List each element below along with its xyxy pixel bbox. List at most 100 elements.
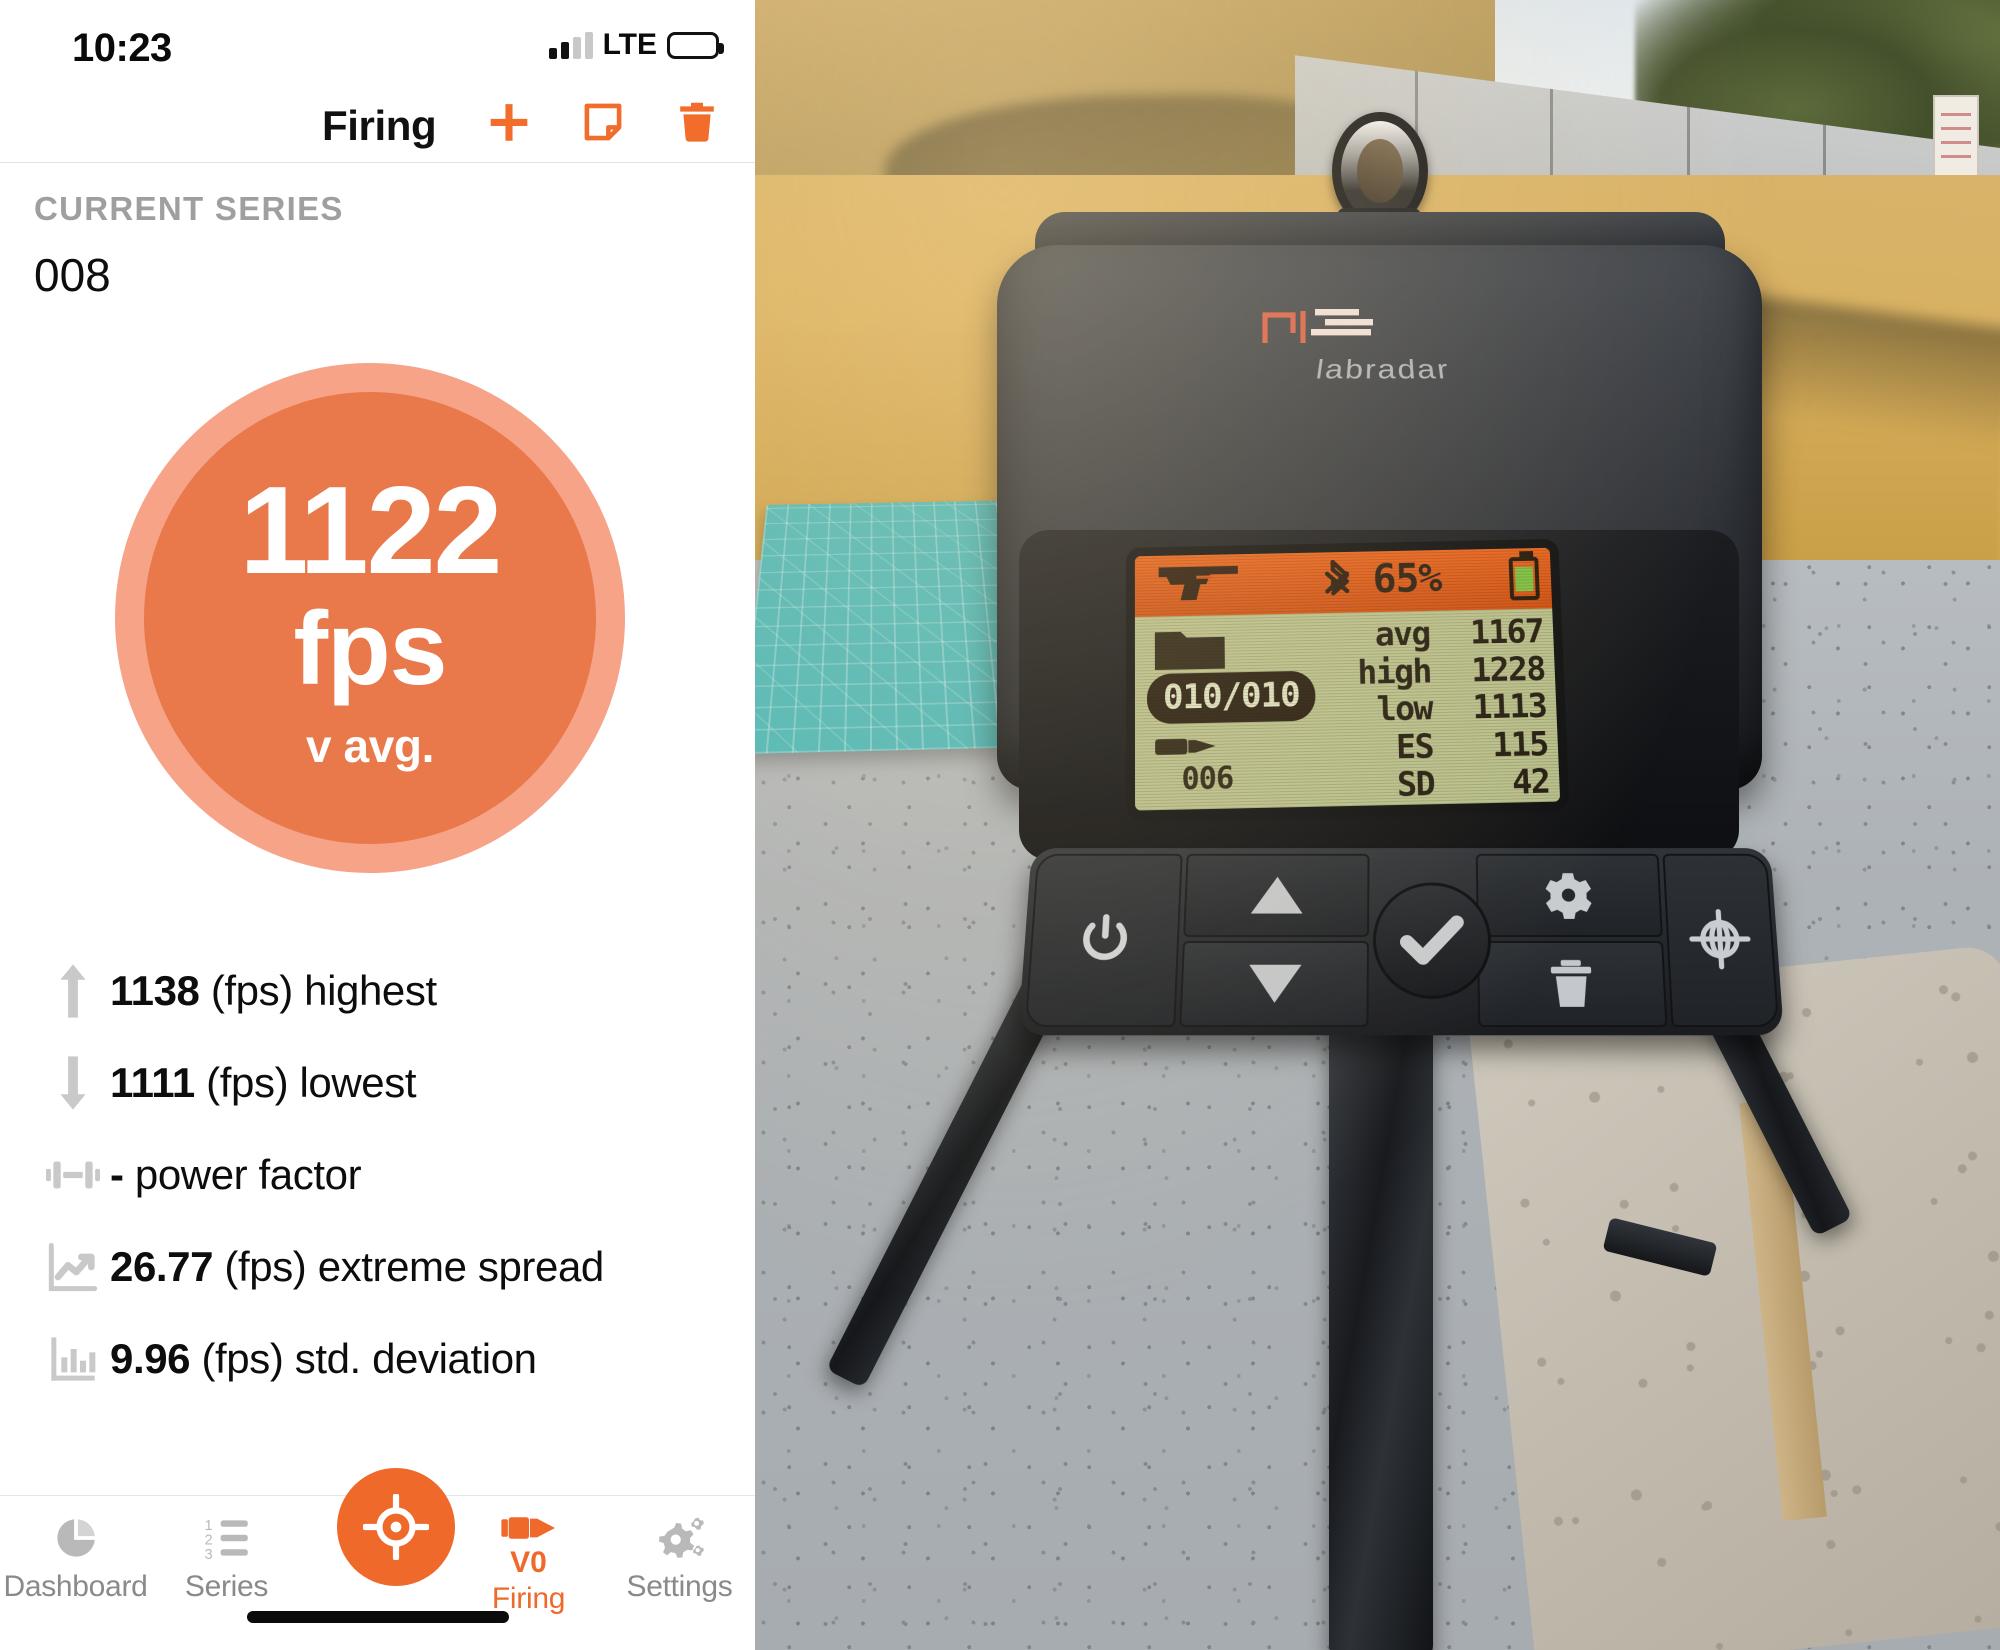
tripod-center-column — [1329, 960, 1433, 1650]
brand-label: labradar — [1314, 354, 1452, 385]
device-body: labradar 65% 010/010 006 avg 1167 high 1… — [997, 245, 1785, 1036]
device-down-button[interactable] — [1179, 940, 1369, 1028]
check-icon — [1399, 915, 1465, 966]
device-delete-button[interactable] — [1477, 940, 1668, 1028]
current-series-value: 008 — [34, 249, 111, 301]
statistics-list: 1138 (fps) highest 1111 (fps) lowest - p… — [36, 945, 736, 1405]
bluetooth-icon — [1325, 560, 1356, 606]
lcd-content: 010/010 006 avg 1167 high 1228 low 1113 … — [1135, 608, 1560, 810]
lcd-key-low: low — [1376, 688, 1433, 729]
average-velocity-caption: v avg. — [305, 719, 434, 772]
lcd-value-avg: 1167 — [1469, 611, 1544, 652]
pistol-icon — [1158, 565, 1239, 601]
numbered-list-icon: 123 — [203, 1510, 251, 1566]
triangle-up-icon — [1250, 876, 1304, 914]
carrier-label: LTE — [602, 28, 657, 61]
stat-label-extreme-spread: extreme spread — [317, 1243, 605, 1290]
page-title: Firing — [322, 102, 437, 149]
delete-button[interactable] — [669, 94, 725, 150]
tab-settings[interactable]: Settings — [604, 1496, 755, 1616]
tab-dashboard[interactable]: Dashboard — [0, 1496, 151, 1616]
nav-bar: Firing — [0, 88, 755, 163]
tab-label-settings: Settings — [626, 1570, 733, 1603]
tab-bar: Dashboard 123 Series V0 Firing Settings — [0, 1468, 755, 1650]
range-photo: labradar 65% 010/010 006 avg 1167 high 1… — [755, 0, 2000, 1650]
note-button[interactable] — [575, 94, 631, 150]
average-velocity-circle: 1122 fps v avg. — [144, 392, 596, 844]
stat-value-lowest: 1111 — [110, 1059, 195, 1106]
bullet-icon — [500, 1510, 557, 1546]
device-confirm-button[interactable] — [1372, 882, 1493, 999]
device-up-button[interactable] — [1183, 853, 1370, 938]
stat-value-std-deviation: 9.96 — [110, 1335, 191, 1382]
cellular-signal-icon — [548, 31, 593, 59]
lcd-row-avg: avg 1167 — [1294, 612, 1544, 654]
device-aim-button[interactable] — [1662, 853, 1780, 1028]
status-bar-time: 10:23 — [72, 26, 172, 70]
stat-value-highest: 1138 — [110, 967, 200, 1014]
stat-label-std-deviation: std. deviation — [294, 1335, 537, 1382]
status-bar: 10:23 LTE — [0, 0, 755, 88]
screenshot-root: 10:23 LTE Firing CURRENT SERIES 008 1122… — [0, 0, 2000, 1650]
lcd-row-sd: SD 42 — [1296, 761, 1551, 807]
labradar-logo-icon — [1259, 303, 1419, 349]
lcd-series-number: 006 — [1181, 760, 1234, 798]
nav-actions — [481, 94, 725, 150]
device-settings-button[interactable] — [1475, 853, 1663, 938]
tab-label-dashboard: Dashboard — [3, 1570, 148, 1603]
home-indicator[interactable] — [247, 1611, 509, 1623]
stat-row-extreme-spread: 26.77 (fps) extreme spread — [36, 1221, 736, 1313]
svg-text:3: 3 — [204, 1547, 212, 1560]
phone-app-panel: 10:23 LTE Firing CURRENT SERIES 008 1122… — [0, 0, 755, 1650]
stat-row-std-deviation: 9.96 (fps) std. deviation — [36, 1313, 736, 1405]
battery-icon — [667, 31, 724, 59]
stat-text-extreme-spread: 26.77 (fps) extreme spread — [110, 1243, 604, 1291]
tab-label-series: Series — [184, 1570, 269, 1603]
stat-label-lowest: lowest — [299, 1059, 417, 1106]
labradar-device: labradar 65% 010/010 006 avg 1167 high 1… — [825, 112, 1853, 1650]
lcd-value-es: 115 — [1491, 723, 1549, 765]
bullet-icon — [1155, 738, 1216, 756]
stat-label-power-factor: power factor — [134, 1151, 362, 1198]
stat-value-extreme-spread: 26.77 — [110, 1243, 214, 1290]
folder-icon — [1154, 630, 1225, 671]
stat-text-std-deviation: 9.96 (fps) std. deviation — [110, 1335, 537, 1383]
arrow-down-icon — [36, 1055, 110, 1111]
lcd-key-sd: SD — [1396, 764, 1435, 805]
lcd-key-high: high — [1356, 650, 1432, 692]
lcd-row-low: low 1113 — [1295, 686, 1547, 730]
stat-unit-std-deviation: (fps) — [201, 1335, 284, 1382]
stat-unit-highest: (fps) — [210, 967, 293, 1014]
record-button[interactable] — [337, 1468, 455, 1586]
target-crosshair-icon — [363, 1494, 429, 1560]
labradar-lcd-screen: 65% 010/010 006 avg 1167 high 1228 low 1… — [1134, 547, 1561, 811]
lcd-value-high: 1228 — [1470, 648, 1546, 689]
lcd-key-es: ES — [1395, 726, 1434, 767]
average-velocity-ring: 1122 fps v avg. — [115, 363, 625, 873]
tab-firing[interactable]: V0 Firing — [453, 1496, 604, 1616]
triangle-down-icon — [1248, 964, 1302, 1003]
lcd-battery-percent: 65% — [1372, 555, 1442, 603]
stat-value-power-factor: - — [110, 1151, 124, 1198]
arrow-up-icon — [36, 963, 110, 1019]
lcd-value-sd: 42 — [1511, 761, 1551, 803]
lcd-value-low: 1113 — [1471, 686, 1547, 727]
plus-icon — [490, 104, 528, 141]
trend-chart-icon — [36, 1242, 110, 1292]
status-bar-indicators: LTE — [548, 28, 724, 62]
device-keypad — [1017, 848, 1785, 1036]
average-velocity-value: 1122 — [239, 462, 502, 601]
stat-unit-lowest: (fps) — [206, 1059, 289, 1106]
lcd-battery-icon — [1508, 556, 1540, 601]
tab-series[interactable]: 123 Series — [151, 1496, 302, 1616]
lcd-shot-counter: 010/010 — [1146, 670, 1317, 725]
stat-label-highest: highest — [304, 967, 437, 1014]
current-series-label: CURRENT SERIES — [34, 190, 344, 227]
device-power-button[interactable] — [1024, 853, 1183, 1028]
stat-unit-extreme-spread: (fps) — [224, 1243, 307, 1290]
stat-row-highest: 1138 (fps) highest — [36, 945, 736, 1037]
bar-chart-icon — [36, 1334, 110, 1384]
gears-icon — [655, 1510, 705, 1566]
tab-badge-firing: V0 — [510, 1546, 547, 1579]
add-button[interactable] — [481, 94, 537, 150]
